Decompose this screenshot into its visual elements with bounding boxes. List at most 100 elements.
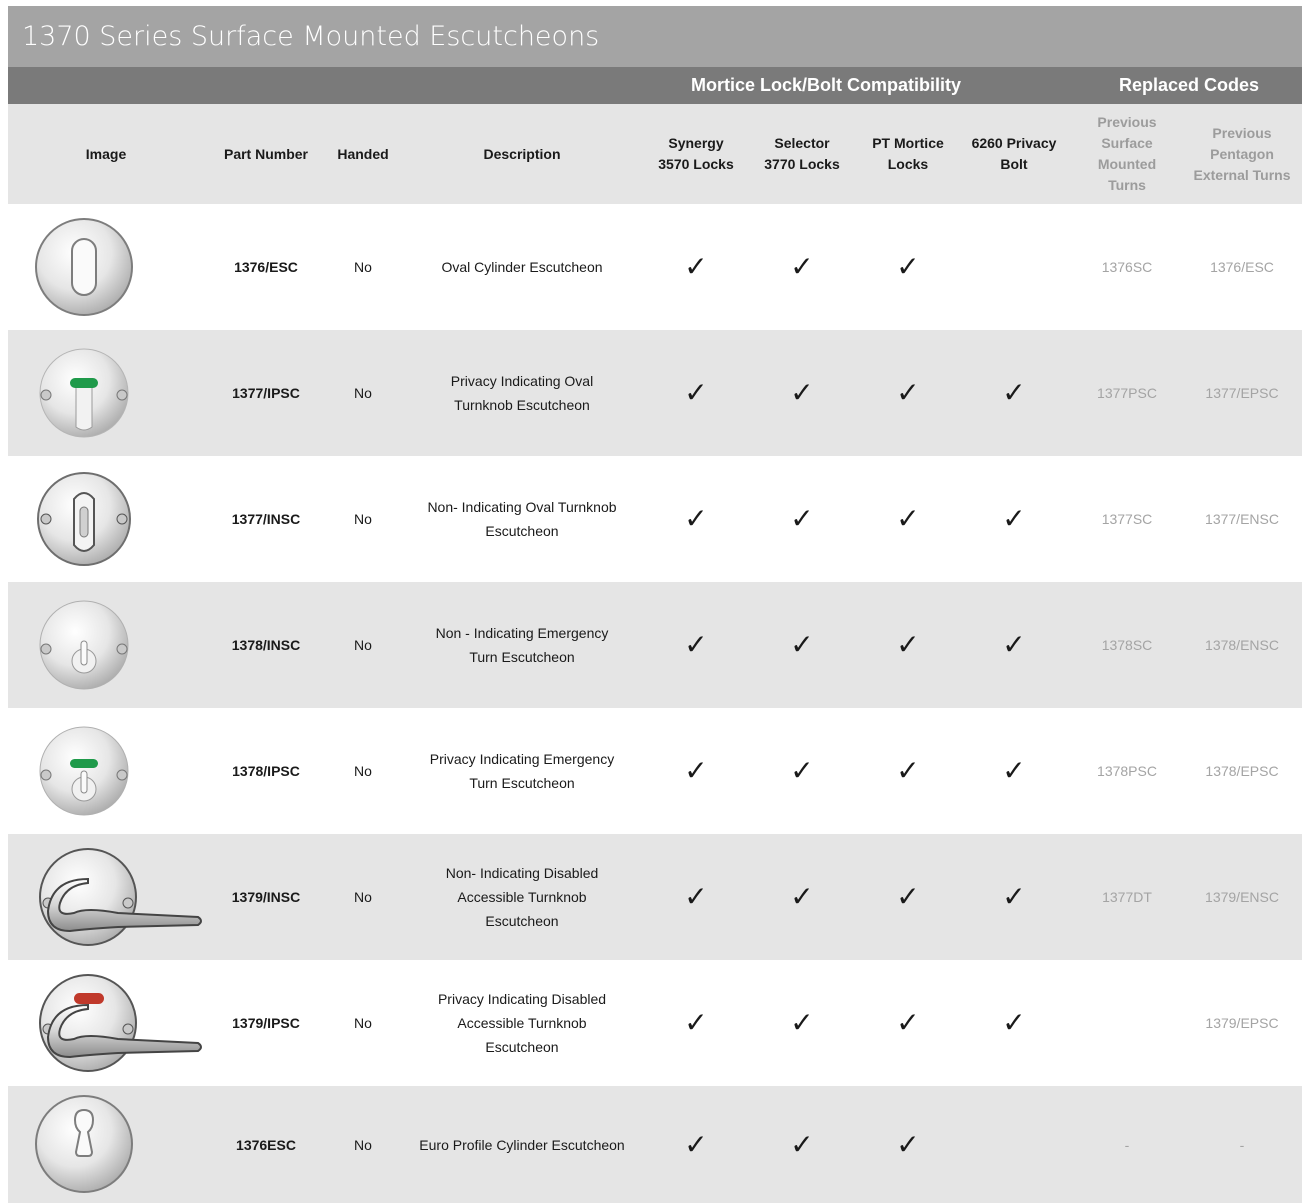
- column-header-row: Image Part Number Handed Description Syn…: [8, 104, 1302, 204]
- selector-check: ✓: [790, 881, 814, 912]
- header-prev-surface: Previous Surface Mounted Turns: [1097, 114, 1157, 193]
- table-row: 1379/INSC No Non- Indicating Disabled Ac…: [8, 834, 1302, 960]
- prev-pentagon-code: 1378/ENSC: [1205, 637, 1279, 653]
- privacy-indicating-emergency-turn-icon: [26, 721, 206, 821]
- header-description: Description: [483, 145, 561, 162]
- selector-check: ✓: [790, 755, 814, 786]
- part-number: 1377/INSC: [231, 511, 301, 527]
- pt-mortice-check: ✓: [896, 503, 920, 534]
- handed: No: [354, 1015, 372, 1031]
- header-image: Image: [85, 145, 127, 162]
- prev-surface-code: 1377DT: [1102, 889, 1152, 905]
- synergy-check: ✓: [684, 1007, 708, 1038]
- synergy-check: ✓: [684, 1128, 708, 1160]
- prev-surface-code: 1378SC: [1101, 637, 1153, 653]
- description: Non- Indicating Disabled Accessible Turn…: [445, 865, 599, 929]
- part-number: 1379/INSC: [231, 889, 301, 905]
- selector-check: ✓: [790, 1128, 814, 1160]
- header-handed: Handed: [337, 145, 389, 162]
- part-number: 1379/IPSC: [232, 1015, 300, 1031]
- part-number: 1376/ESC: [234, 259, 298, 275]
- non-indicating-disabled-turnknob-icon: [26, 847, 206, 947]
- description: Privacy Indicating Oval Turnknob Escutch…: [450, 373, 594, 413]
- handed: No: [354, 385, 372, 401]
- prev-surface-code: 1377PSC: [1097, 385, 1157, 401]
- header-privacy-bolt: 6260 Privacy Bolt: [971, 135, 1057, 172]
- group-replaced-codes: Replaced Codes: [1118, 75, 1260, 95]
- privacy-bolt-check: ✓: [1002, 629, 1026, 660]
- pt-mortice-check: ✓: [896, 1128, 920, 1160]
- handed: No: [354, 1136, 372, 1153]
- privacy-bolt-check: [961, 1086, 1067, 1203]
- table-row: 1377/INSC No Non- Indicating Oval Turnkn…: [8, 456, 1302, 582]
- part-number: 1377/IPSC: [232, 385, 300, 401]
- pt-mortice-check: ✓: [896, 629, 920, 660]
- header-synergy: Synergy 3570 Locks: [658, 135, 734, 172]
- handed: No: [354, 511, 372, 527]
- privacy-indicating-turnknob-icon: [26, 343, 206, 443]
- header-part-number: Part Number: [223, 145, 309, 162]
- table-row: 1376/ESC No Oval Cylinder Escutcheon ✓ ✓…: [8, 204, 1302, 330]
- euro-profile-cylinder-escutcheon-icon: [26, 1094, 206, 1194]
- prev-surface-code: -: [1124, 1136, 1130, 1153]
- prev-surface-code: 1378PSC: [1097, 763, 1157, 779]
- handed: No: [354, 637, 372, 653]
- handed: No: [354, 259, 372, 275]
- privacy-bolt-check: ✓: [1002, 1007, 1026, 1038]
- privacy-bolt-check: ✓: [1002, 755, 1026, 786]
- table-row: 1376ESC No Euro Profile Cylinder Escutch…: [8, 1086, 1302, 1203]
- table-row: 1377/IPSC No Privacy Indicating Oval Tur…: [8, 330, 1302, 456]
- privacy-bolt-check: [961, 204, 1067, 330]
- prev-pentagon-code: 1377/ENSC: [1205, 511, 1279, 527]
- group-compatibility: Mortice Lock/Bolt Compatibility: [690, 75, 962, 95]
- header-pt-mortice: PT Mortice Locks: [872, 135, 944, 172]
- header-selector: Selector 3770 Locks: [764, 135, 840, 172]
- table-row: 1378/INSC No Non - Indicating Emergency …: [8, 582, 1302, 708]
- description: Non - Indicating Emergency Turn Escutche…: [435, 625, 609, 665]
- pt-mortice-check: ✓: [896, 1007, 920, 1038]
- header-prev-pentagon: Previous Pentagon External Turns: [1193, 124, 1291, 183]
- synergy-check: ✓: [684, 755, 708, 786]
- prev-pentagon-code: 1379/EPSC: [1205, 1015, 1279, 1031]
- description: Non- Indicating Oval Turnknob Escutcheon: [427, 499, 617, 539]
- selector-check: ✓: [790, 251, 814, 282]
- page-title: 1370 Series Surface Mounted Escutcheons: [8, 6, 1302, 67]
- synergy-check: ✓: [684, 503, 708, 534]
- non-indicating-emergency-turn-icon: [26, 595, 206, 695]
- selector-check: ✓: [790, 1007, 814, 1038]
- privacy-indicating-disabled-turnknob-icon: [26, 973, 206, 1073]
- synergy-check: ✓: [684, 881, 708, 912]
- part-number: 1378/IPSC: [232, 763, 300, 779]
- pt-mortice-check: ✓: [896, 881, 920, 912]
- handed: No: [354, 763, 372, 779]
- description: Privacy Indicating Emergency Turn Escutc…: [429, 751, 615, 791]
- selector-check: ✓: [790, 629, 814, 660]
- part-number: 1378/INSC: [231, 637, 301, 653]
- oval-cylinder-escutcheon-icon: [26, 217, 206, 317]
- privacy-bolt-check: ✓: [1002, 377, 1026, 408]
- pt-mortice-check: ✓: [896, 755, 920, 786]
- column-group-bar: Mortice Lock/Bolt Compatibility Replaced…: [8, 67, 1302, 104]
- prev-pentagon-code: -: [1239, 1136, 1245, 1153]
- prev-pentagon-code: 1376/ESC: [1210, 259, 1274, 275]
- pt-mortice-check: ✓: [896, 377, 920, 408]
- prev-pentagon-code: 1379/ENSC: [1205, 889, 1279, 905]
- handed: No: [354, 889, 372, 905]
- synergy-check: ✓: [684, 251, 708, 282]
- privacy-bolt-check: ✓: [1002, 503, 1026, 534]
- prev-surface-code: [1072, 960, 1182, 1086]
- table-row: 1379/IPSC No Privacy Indicating Disabled…: [8, 960, 1302, 1086]
- prev-surface-code: 1377SC: [1101, 511, 1153, 527]
- prev-pentagon-code: 1377/EPSC: [1205, 385, 1279, 401]
- table-row: 1378/IPSC No Privacy Indicating Emergenc…: [8, 708, 1302, 834]
- part-number: 1376ESC: [236, 1136, 296, 1153]
- selector-check: ✓: [790, 377, 814, 408]
- selector-check: ✓: [790, 503, 814, 534]
- non-indicating-turnknob-icon: [26, 469, 206, 569]
- pt-mortice-check: ✓: [896, 251, 920, 282]
- privacy-bolt-check: ✓: [1002, 881, 1026, 912]
- synergy-check: ✓: [684, 377, 708, 408]
- prev-pentagon-code: 1378/EPSC: [1205, 763, 1279, 779]
- description: Privacy Indicating Disabled Accessible T…: [437, 991, 607, 1055]
- description: Oval Cylinder Escutcheon: [441, 259, 603, 275]
